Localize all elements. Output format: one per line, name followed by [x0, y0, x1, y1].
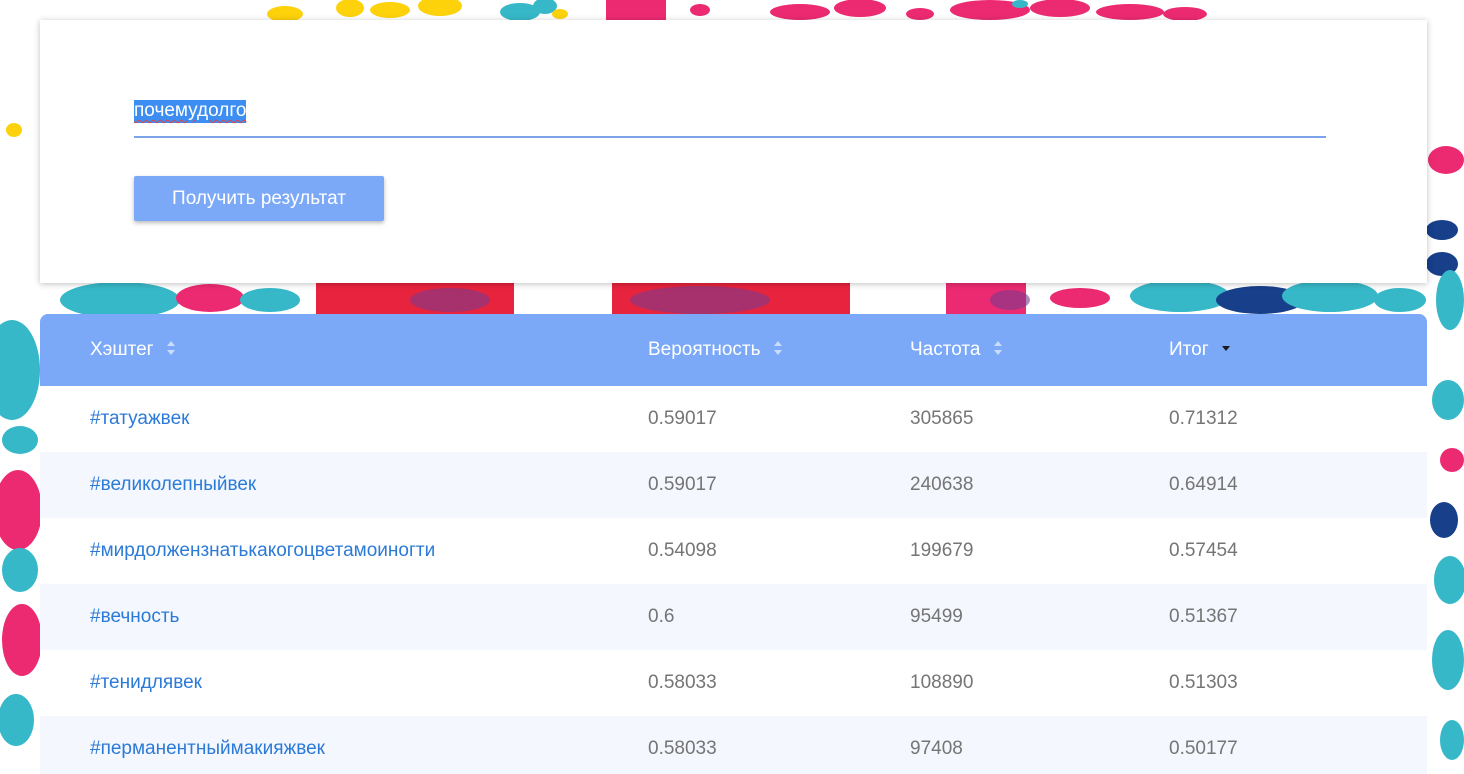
frequency-cell: 108890 [910, 672, 974, 693]
probability-cell: 0.6 [648, 606, 675, 627]
sort-desc-icon[interactable] [1221, 341, 1230, 355]
hashtag-link[interactable]: #мирдолжензнатькакогоцветамоиногти [90, 518, 435, 584]
middle-splashes [60, 280, 1426, 318]
hashtag-link[interactable]: #татуажвек [90, 386, 189, 452]
total-cell: 0.51303 [1169, 672, 1238, 693]
sort-both-icon[interactable] [993, 340, 1002, 355]
sort-both-icon[interactable] [166, 340, 175, 355]
table-row: #мирдолжензнатькакогоцветамоиногти 0.540… [40, 518, 1427, 584]
search-input[interactable]: почемудолго [134, 96, 1326, 138]
column-header-total[interactable]: Итог [1169, 314, 1230, 386]
search-card: почемудолго Получить результат [40, 20, 1427, 283]
left-edge-splashes [0, 123, 42, 746]
probability-cell: 0.59017 [648, 408, 717, 429]
get-result-button[interactable]: Получить результат [134, 176, 384, 221]
top-splashes [267, 0, 1207, 22]
right-edge-splashes [1426, 146, 1464, 760]
frequency-cell: 240638 [910, 474, 974, 495]
column-header-frequency[interactable]: Частота [910, 314, 1002, 386]
column-header-label: Итог [1169, 339, 1209, 360]
table-row: #великолепныйвек 0.59017 240638 0.64914 [40, 452, 1427, 518]
probability-cell: 0.59017 [648, 474, 717, 495]
column-header-label: Хэштег [90, 339, 154, 360]
probability-cell: 0.54098 [648, 540, 717, 561]
search-input-value[interactable]: почемудолго [134, 100, 247, 123]
total-cell: 0.50177 [1169, 738, 1238, 759]
frequency-cell: 305865 [910, 408, 974, 429]
column-header-probability[interactable]: Вероятность [648, 314, 782, 386]
probability-cell: 0.58033 [648, 672, 717, 693]
probability-cell: 0.58033 [648, 738, 717, 759]
frequency-cell: 97408 [910, 738, 963, 759]
table-row: #вечность 0.6 95499 0.51367 [40, 584, 1427, 650]
table-row: #перманентныймакияжвек 0.58033 97408 0.5… [40, 716, 1427, 774]
column-header-label: Вероятность [648, 339, 761, 360]
total-cell: 0.64914 [1169, 474, 1238, 495]
table-header: Хэштег Вероятность Частота Итог [40, 314, 1427, 386]
column-header-label: Частота [910, 339, 981, 360]
hashtag-link[interactable]: #тенидлявек [90, 650, 202, 716]
total-cell: 0.57454 [1169, 540, 1238, 561]
column-header-hashtag[interactable]: Хэштег [90, 314, 175, 386]
total-cell: 0.71312 [1169, 408, 1238, 429]
hashtag-link[interactable]: #великолепныйвек [90, 452, 256, 518]
frequency-cell: 199679 [910, 540, 974, 561]
hashtag-link[interactable]: #вечность [90, 584, 179, 650]
results-table: Хэштег Вероятность Частота Итог #татуажв… [40, 314, 1427, 774]
table-row: #татуажвек 0.59017 305865 0.71312 [40, 386, 1427, 452]
total-cell: 0.51367 [1169, 606, 1238, 627]
sort-both-icon[interactable] [773, 340, 782, 355]
hashtag-link[interactable]: #перманентныймакияжвек [90, 716, 325, 774]
table-row: #тенидлявек 0.58033 108890 0.51303 [40, 650, 1427, 716]
frequency-cell: 95499 [910, 606, 963, 627]
